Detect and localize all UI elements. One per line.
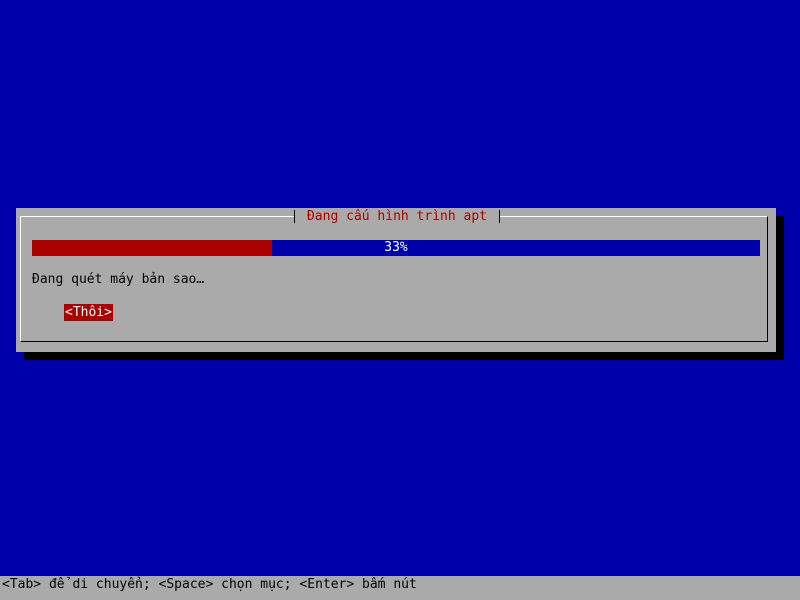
cancel-button[interactable]: <Thôi> xyxy=(64,304,113,321)
progress-percent-label: 33% xyxy=(384,240,408,255)
status-message: Đang quét máy bản sao… xyxy=(32,272,205,287)
help-text: <Tab> để di chuyển; <Space> chọn mục; <E… xyxy=(2,577,417,592)
progress-bar: 33% xyxy=(32,240,760,256)
progress-dialog: Đang cấu hình trình apt 33% Đang quét má… xyxy=(16,208,776,352)
keyboard-help-bar: <Tab> để di chuyển; <Space> chọn mục; <E… xyxy=(0,576,800,600)
dialog-title: Đang cấu hình trình apt xyxy=(294,208,500,225)
